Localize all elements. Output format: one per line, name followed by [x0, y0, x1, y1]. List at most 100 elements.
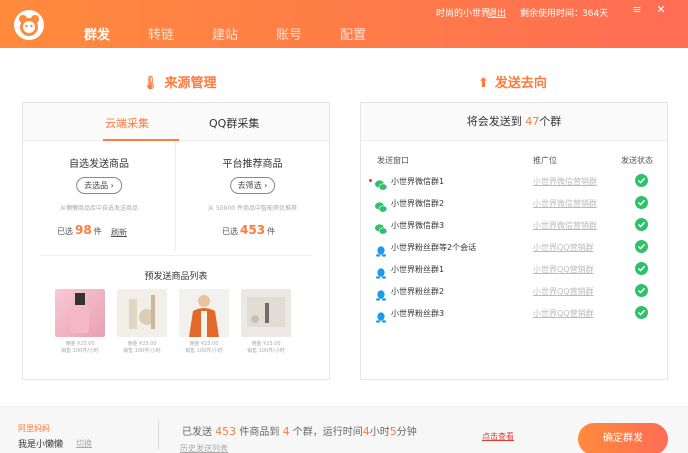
self-select-title: 自选发送商品 [69, 159, 129, 170]
product-sales: 销售 100件/小时 [123, 348, 161, 354]
product-price: 佣金 ¥23.00 [127, 341, 157, 347]
source-title: 🌡 来源管理 [142, 76, 217, 91]
self-select-count: 已选 98 件 [57, 223, 102, 237]
confirm-send-button[interactable]: 确定群发 [578, 423, 668, 453]
self-select-sub: 从懒懒商品库中自选发送商品 [59, 205, 138, 212]
qq-icon [375, 264, 387, 279]
logout-link[interactable]: 退出 [488, 6, 506, 19]
product-card[interactable]: 佣金 ¥23.00 销售 100件/小时 [179, 289, 229, 355]
product-sales: 销售 100件/小时 [247, 348, 285, 354]
remaining-time-label: 剩余使用时间： [520, 9, 584, 19]
brand-label: 阿里妈妈 [18, 424, 50, 433]
group-name: 小世界微信群3 [391, 221, 445, 230]
product-list: 佣金 ¥23.00 销售 100件/小时 佣金 ¥23.00 销售 100件/小… [55, 289, 315, 369]
source-panel: 云端采集 QQ群采集 自选发送商品 去选品 › 从懒懒商品库中自选发送商品 已选… [22, 102, 330, 380]
product-card[interactable]: 佣金 ¥23.00 销售 100件/小时 [55, 289, 105, 355]
wechat-icon [375, 220, 388, 235]
divider [39, 255, 313, 256]
product-card[interactable]: 佣金 ¥23.00 销售 100件/小时 [117, 289, 167, 355]
check-icon [635, 174, 648, 187]
group-name: 小世界粉丝群3 [391, 309, 445, 318]
dest-panel: 将会发送到 47个群 发送窗口 推广位 发送状态 小世界微信群1 小世界微信营销群… [360, 102, 668, 380]
divider [158, 419, 159, 449]
promo-link[interactable]: 小世界微信营销群 [533, 176, 597, 187]
product-price: 佣金 ¥23.00 [251, 341, 281, 347]
platform-sub: 从 50000 件商品中智能筛优推荐 [208, 205, 297, 212]
alert-dot [369, 179, 372, 182]
wechat-icon [375, 176, 388, 191]
qq-icon [375, 286, 387, 301]
group-name: 小世界微信群2 [391, 199, 445, 208]
promo-link[interactable]: 小世界QQ营销群 [533, 286, 594, 297]
product-image [179, 289, 229, 337]
promo-link[interactable]: 小世界QQ营销群 [533, 264, 594, 275]
qq-icon [375, 242, 387, 257]
source-tabs: 云端采集 QQ群采集 [23, 103, 329, 141]
switch-account-link[interactable]: 切换 [76, 438, 92, 449]
view-link[interactable]: 点击查看 [482, 431, 514, 442]
tab-cloud[interactable]: 云端采集 [105, 115, 149, 131]
remaining-time-value: 364天 [582, 9, 609, 19]
product-price: 佣金 ¥23.00 [65, 341, 95, 347]
product-image [117, 289, 167, 337]
group-row[interactable]: 小世界微信群3 小世界微信营销群 [361, 215, 667, 237]
col-window: 发送窗口 [377, 156, 409, 165]
dest-summary: 将会发送到 47个群 [361, 103, 667, 141]
promo-link[interactable]: 小世界微信营销群 [533, 220, 597, 231]
qq-icon [375, 308, 387, 323]
group-name: 小世界微信群1 [391, 177, 445, 186]
promo-link[interactable]: 小世界微信营销群 [533, 198, 597, 209]
nav-item[interactable]: 账号 [276, 24, 302, 43]
group-name: 小世界粉丝群1 [391, 265, 445, 274]
product-sales: 销售 100件/小时 [185, 348, 223, 354]
dest-title: ⬆ 发送去向 [478, 76, 547, 91]
nav-item[interactable]: 建站 [212, 24, 238, 43]
promo-link[interactable]: 小世界QQ营销群 [533, 308, 594, 319]
current-user: 时尚的小世界 [436, 9, 491, 19]
close-icon[interactable]: ✕ [654, 3, 668, 17]
product-image [55, 289, 105, 337]
nav-item[interactable]: 配置 [340, 24, 366, 43]
preview-list-title: 预发送商品列表 [144, 272, 208, 282]
select-products-button[interactable]: 去选品 › [76, 177, 122, 194]
app-logo [14, 10, 44, 40]
platform-title: 平台推荐商品 [222, 159, 283, 170]
check-icon [635, 240, 648, 253]
thermometer-icon: 🌡 [142, 76, 159, 91]
nav-item[interactable]: 转链 [148, 24, 174, 43]
check-icon [635, 284, 648, 297]
main-nav: 群发 转链 建站 账号 配置 [84, 24, 404, 43]
check-icon [635, 262, 648, 275]
group-row[interactable]: 小世界微信群2 小世界微信营销群 [361, 193, 667, 215]
group-row[interactable]: 小世界粉丝群3 小世界QQ营销群 [361, 303, 667, 325]
promo-link[interactable]: 小世界QQ营销群 [533, 242, 594, 253]
refresh-link[interactable]: 刷新 [111, 227, 127, 238]
col-promo: 推广位 [533, 156, 557, 165]
username: 我是小懒懒 [18, 440, 64, 450]
product-card[interactable]: 佣金 ¥23.00 销售 100件/小时 [241, 289, 291, 355]
app-header: 群发 转链 建站 账号 配置 时尚的小世界 退出 剩余使用时间： 364天 ≡ ✕ [0, 0, 688, 48]
footer-bar: 阿里妈妈 我是小懒懒 切换 已发送 453 件商品到 4 个群，运行时间4小时5… [0, 406, 688, 453]
arrow-up-icon: ⬆ [478, 76, 489, 91]
tab-qq[interactable]: QQ群采集 [209, 115, 259, 131]
wechat-icon [375, 198, 388, 213]
nav-item[interactable]: 群发 [84, 24, 110, 43]
platform-count: 已选 453 件 [222, 223, 276, 237]
group-name: 小世界粉丝群2 [391, 287, 445, 296]
product-price: 佣金 ¥23.00 [189, 341, 219, 347]
run-summary: 已发送 453 件商品到 4 个群，运行时间4小时5分钟 [182, 425, 417, 438]
product-image [241, 289, 291, 337]
product-sales: 销售 100件/小时 [61, 348, 99, 354]
check-icon [635, 306, 648, 319]
menu-icon[interactable]: ≡ [630, 3, 644, 17]
group-row[interactable]: 小世界微信群1 小世界微信营销群 [361, 171, 667, 193]
check-icon [635, 196, 648, 209]
group-row[interactable]: 小世界粉丝群1 小世界QQ营销群 [361, 259, 667, 281]
group-row[interactable]: 小世界粉丝群等2个会话 小世界QQ营销群 [361, 237, 667, 259]
platform-card: 平台推荐商品 去筛选 › 从 50000 件商品中智能筛优推荐 已选 453 件 [176, 141, 329, 251]
history-link[interactable]: 历史发送列表 [180, 443, 228, 453]
group-row[interactable]: 小世界粉丝群2 小世界QQ营销群 [361, 281, 667, 303]
col-status: 发送状态 [621, 156, 653, 165]
check-icon [635, 218, 648, 231]
filter-button[interactable]: 去筛选 › [229, 177, 276, 194]
